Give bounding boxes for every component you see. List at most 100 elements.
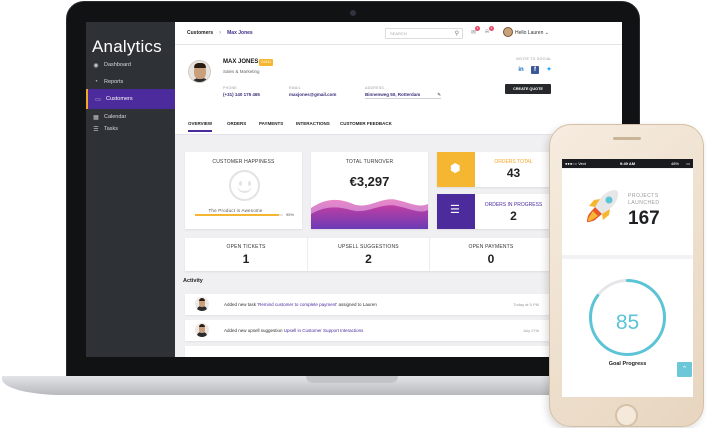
- activity-suffix: assigned to Lauren: [337, 302, 377, 307]
- customer-profile: MAX JONES GOLD Sales & Marketing PHONE (…: [175, 45, 622, 135]
- activity-prefix: Added new upsell suggestion: [224, 328, 284, 333]
- address-label: ADDRESS: [365, 86, 385, 90]
- orders-total-card: ⬢ ORDERS TOTAL 43: [437, 152, 552, 187]
- home-button[interactable]: [615, 404, 638, 427]
- user-avatar[interactable]: [503, 27, 513, 37]
- activity-time: Today at 5 PM: [513, 302, 539, 307]
- facebook-icon[interactable]: f: [531, 66, 539, 74]
- twitter-icon[interactable]: ✦: [545, 66, 553, 74]
- breadcrumb-customers[interactable]: Customers: [187, 30, 213, 36]
- phone: ●●●○○ Vext 9:49 AM 48% ▭ PROJECTS LAUNCHE…: [549, 124, 704, 427]
- customer-avatar: [188, 60, 211, 83]
- create-quote-button[interactable]: CREATE QUOTE: [505, 84, 551, 94]
- avatar: [195, 323, 209, 337]
- notifications-badge: 3: [489, 26, 494, 31]
- chevron-up-icon: ⌃: [681, 366, 688, 373]
- tab-overview[interactable]: OVERVIEW: [188, 121, 213, 132]
- search-placeholder: SEARCH: [390, 31, 407, 36]
- total-turnover-card: TOTAL TURNOVER €3,297: [311, 152, 428, 229]
- status-badge: GOLD: [259, 59, 273, 66]
- activity-item[interactable]: Added new task 'Remind customer to compl…: [185, 294, 549, 315]
- smiley-mouth: [237, 185, 252, 193]
- open-tickets-stat[interactable]: OPEN TICKETS 1: [185, 238, 307, 271]
- orders-in-progress-card: ☰ ORDERS IN PROGRESS 2: [437, 194, 552, 229]
- bell-icon[interactable]: ⍾: [485, 29, 489, 36]
- goal-progress-label: Goal Progress: [608, 361, 647, 367]
- messages-badge: 2: [475, 26, 480, 31]
- counters-card: OPEN TICKETS 1 UPSELL SUGGESTIONS 2 OPEN…: [185, 238, 552, 271]
- smiley-icon: [229, 170, 260, 201]
- open-tickets-label: OPEN TICKETS: [226, 244, 266, 250]
- sidebar-item-label: Customers: [106, 96, 133, 102]
- customer-role: Sales & Marketing: [223, 69, 260, 74]
- email-value[interactable]: maxjones@gmail.com: [289, 92, 336, 97]
- top-bar: Customers › Max Jones SEARCH ⚲ ✉ 2 ⍾ 3 H…: [175, 22, 622, 45]
- customers-icon: ▭: [95, 96, 101, 103]
- sidebar-item-label: Reports: [104, 79, 124, 85]
- chevron-down-icon: ⌄: [544, 30, 549, 36]
- activity-title: Activity: [183, 278, 203, 284]
- activity-time: July 27th: [522, 328, 539, 333]
- orders-total-value: 43: [506, 166, 521, 180]
- activity-text: Added new task 'Remind customer to compl…: [224, 302, 377, 307]
- tab-customer-feedback[interactable]: CUSTOMER FEEDBACK: [340, 121, 392, 130]
- orders-progress-icon-box: ☰: [437, 194, 475, 229]
- goal-progress-value: 85: [615, 311, 640, 334]
- laptop-notch: [306, 376, 398, 383]
- address-field[interactable]: Binnenweg 50, Rotterdam ✎: [365, 92, 441, 99]
- upsell-label: UPSELL SUGGESTIONS: [338, 244, 399, 250]
- battery-level: 48%: [670, 161, 679, 166]
- phone-status-bar: ●●●○○ Vext 9:49 AM 48% ▭: [562, 159, 693, 168]
- projects-launched-value: 167: [628, 208, 660, 229]
- orders-progress-label: ORDERS IN PROGRESS: [484, 202, 543, 208]
- sidebar-item-tasks[interactable]: ☰ Tasks: [86, 119, 175, 139]
- open-payments-stat[interactable]: OPEN PAYMENTS 0: [430, 238, 552, 271]
- phone-label: PHONE: [223, 86, 237, 90]
- activity-link[interactable]: Upsell in Customer Support Interactions: [284, 328, 364, 333]
- dashboard-icon: ◉: [93, 62, 99, 69]
- reports-icon: ◔: [94, 79, 98, 85]
- tab-payments[interactable]: PAYMENTS: [259, 121, 283, 130]
- tab-interactions[interactable]: INTERACTIONS: [296, 121, 330, 130]
- happiness-progress-fill: [195, 214, 279, 216]
- projects-launched-label: PROJECTS LAUNCHED: [628, 193, 660, 207]
- rocket-icon: [587, 190, 619, 222]
- sidebar-item-customers[interactable]: ▭ Customers: [86, 89, 175, 109]
- database-icon: ☰: [450, 204, 460, 216]
- projects-launched-label-line1: PROJECTS: [628, 193, 659, 199]
- edit-icon[interactable]: ✎: [437, 92, 441, 98]
- sidebar: Analytics ◉ Dashboard ◔ Reports ▭ Custom…: [86, 22, 175, 357]
- open-payments-label: OPEN PAYMENTS: [468, 244, 514, 250]
- activity-item[interactable]: [185, 346, 549, 357]
- avatar-hair: [199, 324, 205, 327]
- device-mockup: Analytics ◉ Dashboard ◔ Reports ▭ Custom…: [0, 0, 706, 428]
- activity-item[interactable]: Added new upsell suggestion Upsell in Cu…: [185, 320, 549, 341]
- search-input[interactable]: SEARCH ⚲: [385, 28, 463, 39]
- turnover-wave-graphic: [311, 199, 428, 229]
- user-greeting: Hello Lauren: [515, 30, 544, 36]
- card-label: TOTAL TURNOVER: [345, 159, 394, 165]
- chevron-right-icon: ›: [219, 30, 222, 36]
- avatar-hair: [194, 63, 206, 68]
- user-menu[interactable]: Hello Lauren ⌄: [515, 30, 549, 36]
- camera: [350, 10, 356, 16]
- open-payments-value: 0: [487, 252, 495, 266]
- activity-link[interactable]: 'Remind customer to complete payment': [257, 302, 337, 307]
- activity-text: Added new upsell suggestion Upsell in Cu…: [224, 328, 363, 333]
- upsell-suggestions-stat[interactable]: UPSELL SUGGESTIONS 2: [307, 238, 430, 271]
- projects-launched-card: PROJECTS LAUNCHED 167: [562, 169, 693, 255]
- linkedin-icon[interactable]: in: [517, 66, 525, 74]
- scroll-up-button[interactable]: ⌃: [677, 362, 692, 377]
- search-icon[interactable]: ⚲: [455, 30, 459, 39]
- laptop-screen: Analytics ◉ Dashboard ◔ Reports ▭ Custom…: [86, 22, 622, 357]
- sidebar-item-label: Tasks: [104, 126, 119, 132]
- customer-happiness-card: CUSTOMER HAPPINESS The Product is Awesom…: [185, 152, 302, 229]
- tab-orders[interactable]: ORDERS: [227, 121, 246, 130]
- orders-total-label: ORDERS TOTAL: [494, 159, 533, 165]
- happiness-progress-bar: [195, 214, 283, 216]
- phone-value[interactable]: (+31) 140 175 465: [223, 92, 260, 97]
- app-title: Analytics: [92, 37, 162, 56]
- tasks-icon: ☰: [93, 126, 99, 133]
- address-value: Binnenweg 50, Rotterdam: [365, 92, 421, 97]
- turnover-value: €3,297: [349, 174, 390, 189]
